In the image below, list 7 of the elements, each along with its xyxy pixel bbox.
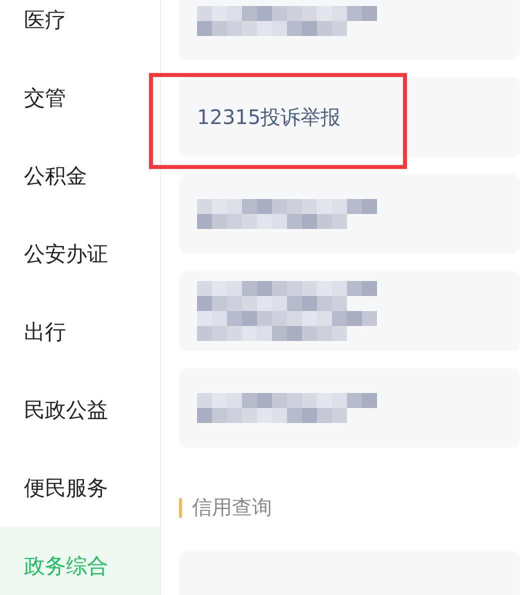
accent-bar (179, 498, 182, 518)
service-card[interactable] (179, 0, 520, 60)
service-card[interactable] (179, 271, 520, 351)
service-card[interactable]: 12315投诉举报 (179, 77, 520, 157)
section-title: 信用查询 (192, 494, 272, 521)
service-card[interactable] (179, 174, 520, 254)
service-card[interactable] (179, 368, 520, 448)
